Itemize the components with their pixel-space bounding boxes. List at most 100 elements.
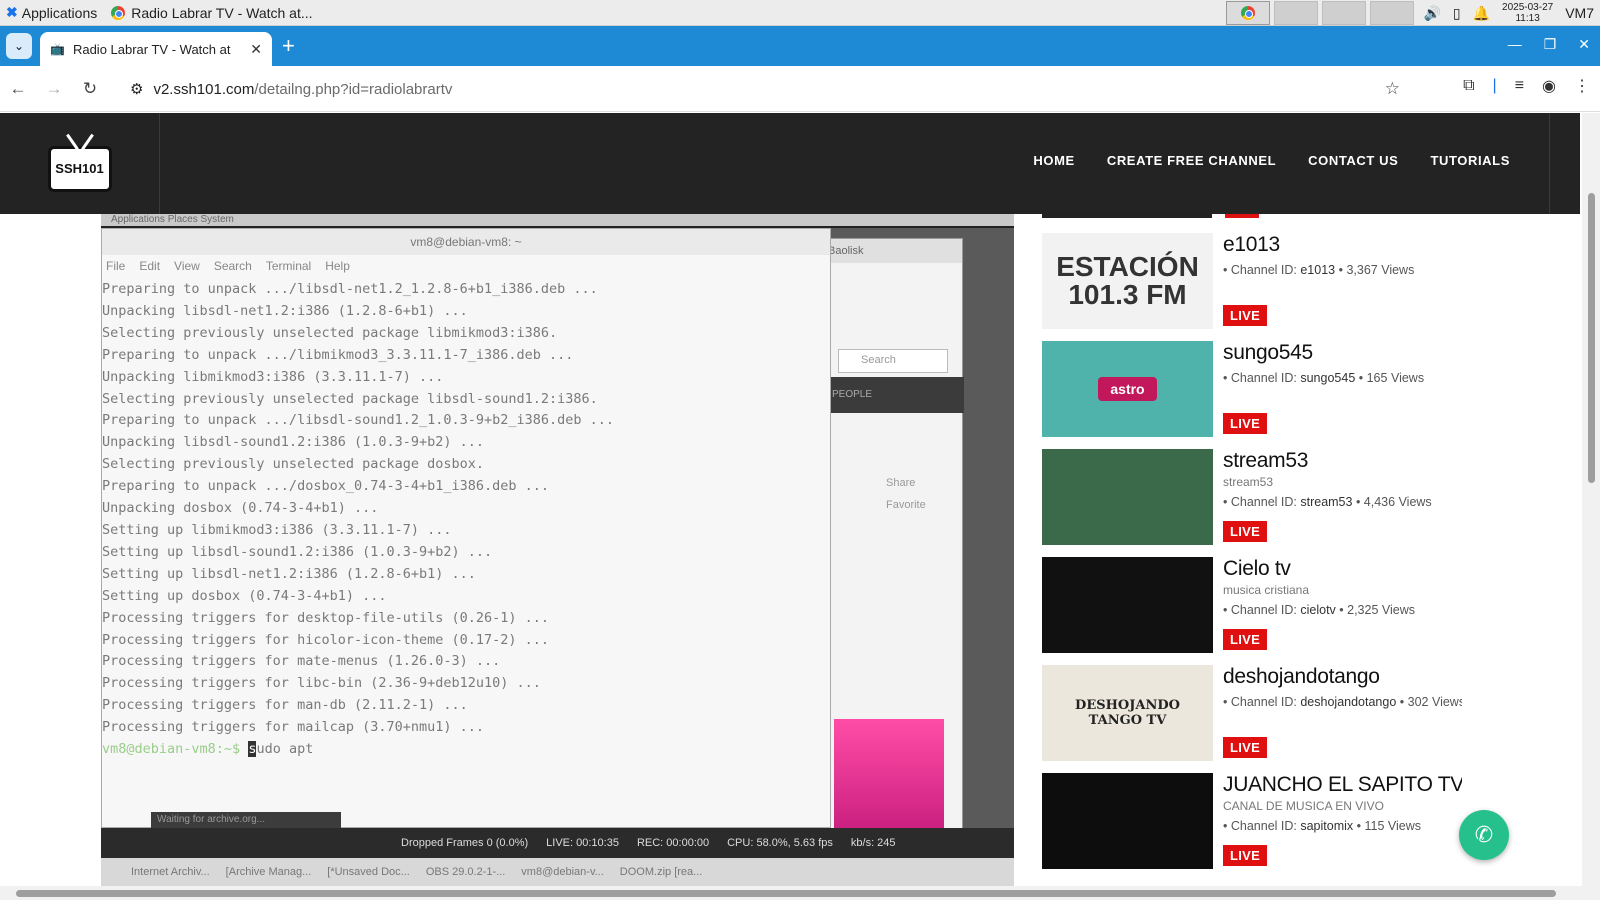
channel-card[interactable]: DESHOJANDO TANGO TV deshojandotango • Chan… [1042, 665, 1462, 761]
channel-name[interactable]: deshojandotango [1223, 665, 1462, 689]
thumbnail-text: astro [1098, 377, 1157, 401]
applications-icon: ✖ [6, 4, 18, 20]
logo-tv-icon: SSH101 [47, 145, 112, 192]
bookmark-star-icon[interactable]: ☆ [1385, 79, 1400, 99]
workspace-3[interactable] [1322, 1, 1366, 25]
live-badge: LIVE [1223, 305, 1268, 326]
channel-name[interactable]: JUANCHO EL SAPITO TV [1223, 773, 1462, 797]
channel-name[interactable]: stream53 [1223, 449, 1462, 473]
menu-contact-us[interactable]: CONTACT US [1308, 153, 1398, 168]
channel-card[interactable]: JUANCHO EL SAPITO TV CANAL DE MUSICA EN V… [1042, 773, 1462, 869]
channel-thumbnail[interactable]: ESTACIÓN 101.3 FM [1042, 233, 1213, 329]
media-controls-icon[interactable]: ≡ [1515, 77, 1524, 95]
channel-thumbnail[interactable] [1042, 773, 1213, 869]
os-taskbar: ✖ Applications Radio Labrar TV - Watch a… [0, 0, 1600, 26]
channel-card[interactable]: ESTACIÓN 101.3 FM e1013 • Channel ID: e101… [1042, 233, 1462, 329]
browser-tab-strip: ⌄ 📺 Radio Labrar TV - Watch at ✕ + — ❐ ✕ [0, 26, 1600, 66]
channel-name[interactable]: sungo545 [1223, 341, 1462, 365]
favicon-icon: 📺 [50, 42, 65, 56]
taskbar-window-chrome[interactable]: Radio Labrar TV - Watch at... [103, 0, 320, 26]
obs-kbps: kb/s: 245 [850, 837, 896, 849]
clock[interactable]: 2025-03-27 11:13 [1502, 2, 1553, 24]
channel-card[interactable]: astro sungo545 • Channel ID: sungo545 • 16… [1042, 341, 1462, 437]
streamed-task: DOOM.zip [rea... [619, 866, 703, 878]
channel-name[interactable]: e1013 [1223, 233, 1462, 257]
channel-views-count: 302 [1407, 695, 1429, 709]
channel-thumbnail-partial[interactable] [1042, 214, 1212, 218]
menu-tutorials[interactable]: TUTORIALS [1430, 153, 1510, 168]
live-badge: LIVE [1223, 413, 1268, 434]
meta-separator: • [1355, 371, 1367, 385]
live-badge: LIVE [1223, 629, 1268, 650]
applications-menu[interactable]: ✖ Applications [0, 4, 103, 21]
close-window-icon[interactable]: ✕ [1578, 36, 1590, 53]
terminal-line: Unpacking libmikmod3:i386 (3.3.11.1-7) .… [102, 368, 444, 385]
vertical-scrollbar[interactable] [1582, 113, 1600, 886]
channel-id-value: sungo545 [1300, 371, 1356, 385]
notification-bell-icon[interactable]: 🔔 [1473, 5, 1490, 22]
back-button[interactable]: ← [0, 71, 36, 107]
minimize-icon[interactable]: — [1508, 36, 1522, 53]
terminal-line: Preparing to unpack .../libsdl-net1.2_1.… [102, 281, 598, 297]
volume-icon[interactable]: 🔊 [1423, 5, 1440, 22]
logo-text: SSH101 [55, 161, 104, 176]
workspace-2[interactable] [1274, 1, 1318, 25]
channel-meta: • Channel ID: sungo545 • 165 Views [1223, 371, 1462, 385]
obs-live: LIVE: 00:10:35 [546, 837, 619, 849]
window-controls: — ❐ ✕ [1508, 36, 1590, 53]
new-tab-button[interactable]: + [282, 35, 295, 57]
channel-card[interactable]: Cielo tv musica cristiana • Channel ID: ci… [1042, 557, 1462, 653]
site-logo[interactable]: SSH101 [0, 113, 160, 214]
terminal-line: Preparing to unpack .../libmikmod3_3.3.1… [102, 346, 574, 363]
battery-icon[interactable]: ▯ [1453, 5, 1461, 22]
obs-status-bar: Waiting for archive.org... Dropped Frame… [101, 812, 1014, 858]
terminal-line: Processing triggers for desktop-file-uti… [102, 609, 550, 626]
restore-icon[interactable]: ❐ [1544, 36, 1557, 53]
site-info-icon[interactable]: ⚙ [130, 80, 143, 98]
whatsapp-button[interactable]: ✆ [1459, 810, 1509, 860]
workspace-1[interactable] [1226, 1, 1270, 25]
channel-meta: • Channel ID: cielotv • 2,325 Views [1223, 603, 1462, 617]
extensions-icon[interactable]: ⧉ [1463, 77, 1474, 95]
video-player[interactable]: Applications Places System Baolisk Searc… [101, 214, 1014, 886]
obs-waiting: Waiting for archive.org... [151, 812, 341, 828]
horizontal-scrollbar[interactable] [0, 886, 1600, 900]
terminal-menu-view: View [174, 259, 200, 273]
channel-thumbnail[interactable] [1042, 557, 1213, 653]
reload-button[interactable]: ↻ [72, 71, 108, 107]
menu-create-free-channel[interactable]: CREATE FREE CHANNEL [1107, 153, 1276, 168]
kebab-menu-icon[interactable]: ⋮ [1574, 76, 1590, 96]
tab-search-button[interactable]: ⌄ [6, 33, 32, 59]
channel-id-value: deshojandotango [1300, 695, 1397, 709]
chevron-down-icon: ⌄ [13, 39, 25, 53]
channel-thumbnail[interactable] [1042, 449, 1213, 545]
workspace-4[interactable] [1370, 1, 1414, 25]
forward-button[interactable]: → [36, 71, 72, 107]
channel-card[interactable]: stream53 stream53 • Channel ID: stream53 •… [1042, 449, 1462, 545]
channel-views-count: 165 [1366, 371, 1388, 385]
streamed-desktop-topbar: Applications Places System [101, 214, 1014, 226]
channel-meta: • Channel ID: e1013 • 3,367 Views [1223, 263, 1462, 277]
terminal-line: Selecting previously unselected package … [102, 324, 558, 341]
channel-views-label: Views [1431, 695, 1462, 709]
channel-thumbnail[interactable]: DESHOJANDO TANGO TV [1042, 665, 1213, 761]
horizontal-scroll-thumb[interactable] [16, 890, 1556, 897]
channel-views-label: Views [1387, 819, 1422, 833]
terminal-line: Processing triggers for hicolor-icon-the… [102, 631, 550, 648]
system-tray: 🔊 ▯ 🔔 2025-03-27 11:13 VM7 [1423, 0, 1600, 26]
profile-icon[interactable]: ◉ [1542, 76, 1556, 96]
menu-home[interactable]: HOME [1033, 153, 1074, 168]
channel-name[interactable]: Cielo tv [1223, 557, 1462, 581]
meta-separator: • [1335, 603, 1348, 617]
meta-separator: • [1352, 495, 1364, 509]
tab-active[interactable]: 📺 Radio Labrar TV - Watch at ✕ [40, 32, 272, 66]
browser-toolbar: ← → ↻ ⚙ v2.ssh101.com/detailng.php?id=ra… [0, 66, 1600, 112]
terminal-line: Processing triggers for man-db (2.11.2-1… [102, 697, 468, 714]
terminal-line: Setting up libmikmod3:i386 (3.3.11.1-7) … [102, 521, 452, 538]
channel-thumbnail[interactable]: astro [1042, 341, 1213, 437]
vertical-scroll-thumb[interactable] [1588, 193, 1595, 483]
url-bar[interactable]: ⚙ v2.ssh101.com/detailng.php?id=radiolab… [120, 71, 1410, 107]
terminal-line: Unpacking dosbox (0.74-3-4+b1) ... [102, 500, 379, 517]
tab-close-icon[interactable]: ✕ [250, 41, 262, 58]
channel-id-label: Channel ID: [1230, 495, 1297, 509]
